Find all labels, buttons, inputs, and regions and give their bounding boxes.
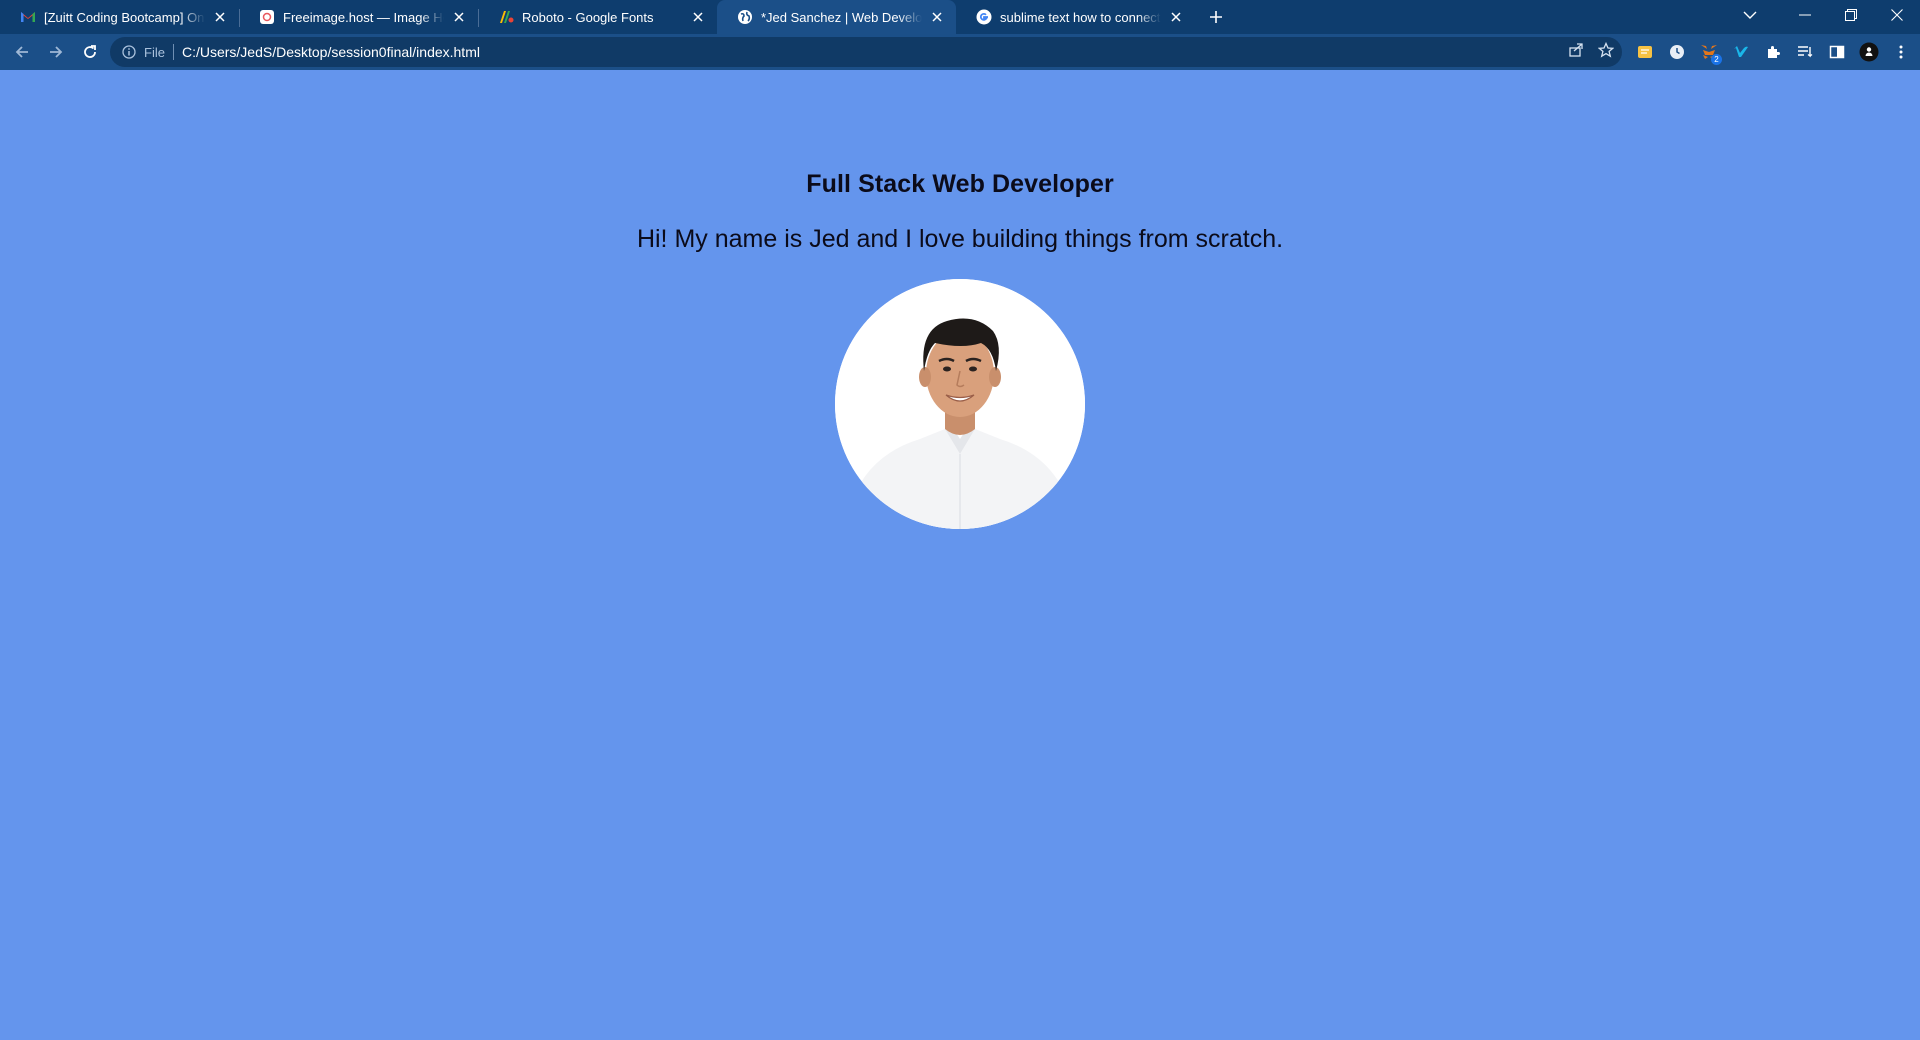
timer-extension-icon[interactable] (1666, 41, 1688, 63)
back-button[interactable] (6, 36, 38, 68)
restore-button[interactable] (1828, 0, 1874, 30)
close-icon[interactable] (689, 8, 707, 26)
tab-search-button[interactable] (1730, 0, 1770, 30)
profile-photo (835, 279, 1085, 529)
close-icon[interactable] (450, 8, 468, 26)
tab-gmail[interactable]: [Zuitt Coding Bootcamp] Online (0, 0, 239, 34)
close-window-button[interactable] (1874, 0, 1920, 30)
reading-list-icon[interactable] (1794, 41, 1816, 63)
intro-text: Hi! My name is Jed and I love building t… (636, 225, 1284, 253)
tab-title: Freeimage.host — Image Hosting (283, 9, 444, 25)
metamask-extension-icon[interactable]: 2 (1698, 41, 1722, 65)
side-panel-icon[interactable] (1826, 41, 1848, 63)
tab-title: sublime text how to connect css (1000, 9, 1161, 25)
address-bar-actions (1568, 37, 1615, 67)
hero-section: Full Stack Web Developer Hi! My name is … (0, 170, 1920, 529)
close-icon[interactable] (928, 8, 946, 26)
freeimage-icon (259, 9, 275, 25)
profile-avatar-icon[interactable] (1858, 41, 1880, 63)
url-text[interactable]: C:/Users/JedS/Desktop/session0final/inde… (182, 44, 480, 60)
puzzle-icon[interactable] (1762, 41, 1784, 63)
share-icon[interactable] (1568, 42, 1584, 63)
window-controls (1782, 0, 1920, 34)
notes-extension-icon[interactable] (1634, 41, 1656, 63)
extension-badge: 2 (1711, 54, 1722, 65)
info-icon[interactable] (120, 43, 138, 61)
bookmark-star-icon[interactable] (1597, 41, 1615, 63)
plus-icon (1210, 11, 1222, 23)
globe-icon (737, 9, 753, 25)
new-tab-button[interactable] (1199, 0, 1233, 34)
address-bar[interactable]: File C:/Users/JedS/Desktop/session0final… (110, 37, 1622, 67)
reload-button[interactable] (74, 36, 106, 68)
divider (172, 44, 174, 60)
tab-google-fonts[interactable]: Roboto - Google Fonts (478, 0, 717, 34)
forward-arrow-icon (50, 46, 63, 58)
tab-google-search[interactable]: sublime text how to connect css (956, 0, 1195, 34)
minimize-button[interactable] (1782, 0, 1828, 30)
vimeo-extension-icon[interactable] (1730, 41, 1752, 63)
reload-icon (84, 45, 96, 58)
back-arrow-icon (15, 46, 28, 58)
tab-freeimage[interactable]: Freeimage.host — Image Hosting (239, 0, 478, 34)
page-title: Full Stack Web Developer (806, 170, 1114, 198)
tab-title: *Jed Sanchez | Web Developer Po (761, 9, 922, 25)
close-icon[interactable] (1167, 8, 1185, 26)
page-viewport: Full Stack Web Developer Hi! My name is … (0, 70, 1920, 1040)
tab-title: Roboto - Google Fonts (522, 9, 654, 25)
tab-portfolio[interactable]: *Jed Sanchez | Web Developer Po (717, 0, 956, 34)
gmail-icon (20, 9, 36, 25)
tab-strip: [Zuitt Coding Bootcamp] Online Freeimage… (0, 0, 1920, 34)
google-icon (976, 9, 992, 25)
chevron-down-icon (1743, 11, 1757, 19)
portrait-illustration (835, 279, 1085, 529)
more-menu-icon[interactable] (1890, 41, 1912, 63)
google-fonts-icon (498, 9, 514, 25)
tab-title: [Zuitt Coding Bootcamp] Online (44, 9, 205, 25)
url-scheme: File (144, 44, 165, 60)
extensions-area: 2 (1634, 34, 1912, 70)
browser-toolbar: File C:/Users/JedS/Desktop/session0final… (0, 34, 1920, 70)
close-icon[interactable] (211, 8, 229, 26)
forward-button[interactable] (40, 36, 72, 68)
